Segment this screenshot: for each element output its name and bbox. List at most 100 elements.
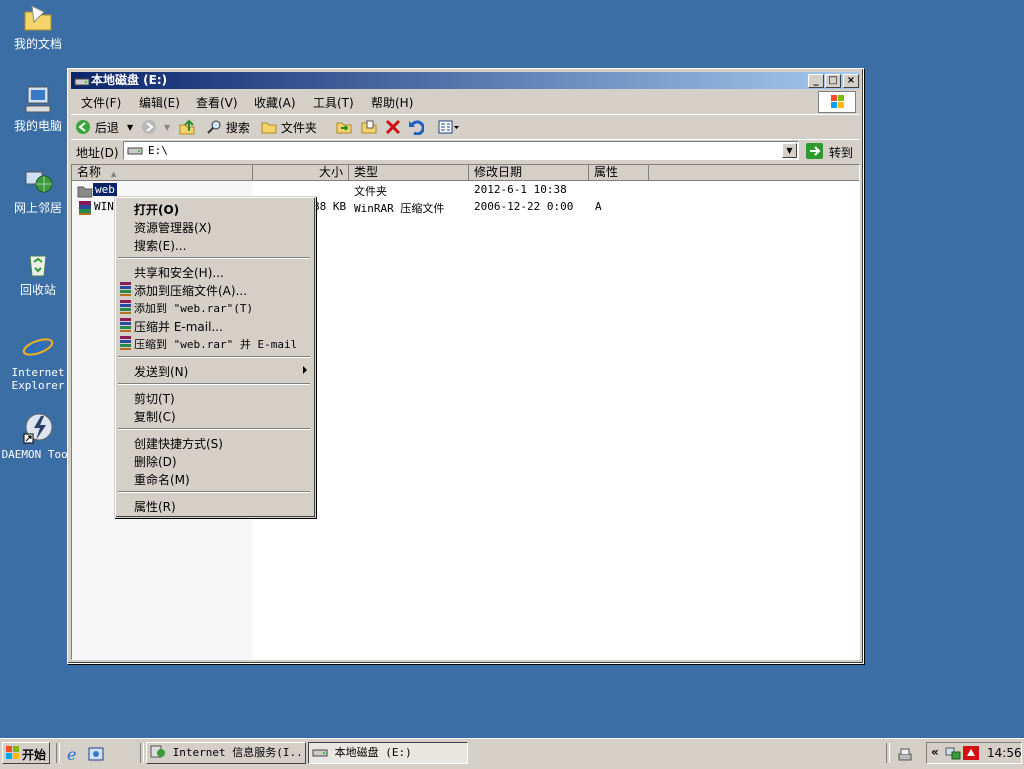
close-button[interactable]: × [843, 74, 859, 88]
desktop-icon-label: 我的电脑 [13, 119, 62, 133]
winrar-icon [120, 282, 131, 296]
desktop-icon-label: 我的文档 [13, 37, 62, 51]
desktop-icon-label: Internet [11, 366, 65, 379]
clock[interactable]: 14:56 [987, 746, 1022, 760]
quicklaunch-ie-icon[interactable]: e [65, 745, 81, 765]
winrar-icon [120, 336, 131, 350]
undo-button[interactable] [408, 119, 425, 138]
menu-favorites[interactable]: 收藏(A) [254, 94, 296, 111]
menu-tools[interactable]: 工具(T) [313, 94, 354, 111]
desktop-icon-label: 回收站 [19, 283, 56, 297]
move-to-button[interactable] [336, 119, 352, 138]
daemon-tools-icon [22, 412, 54, 444]
window-title: 本地磁盘 (E:) [91, 73, 168, 87]
address-label: 地址(D) [76, 146, 119, 160]
menu-separator [118, 356, 310, 358]
menu-item-rename[interactable]: 重命名(M) [134, 471, 190, 488]
menu-item-delete[interactable]: 删除(D) [134, 453, 177, 470]
taskbar: 开始 e Internet 信息服务(I... 本地磁盘 (E:) « 14:5… [0, 738, 1024, 769]
menu-help[interactable]: 帮助(H) [371, 94, 413, 111]
file-modified: 2006-12-22 0:00 [474, 200, 574, 213]
menu-item-search[interactable]: 搜索(E)... [134, 237, 186, 254]
folder-icon [77, 186, 93, 198]
address-input[interactable]: E:\ ▼ [123, 141, 799, 160]
views-button[interactable] [438, 119, 460, 138]
menu-item-copy[interactable]: 复制(C) [134, 408, 176, 425]
minimize-button[interactable]: _ [808, 74, 824, 88]
column-header-name[interactable]: 名称 ▲ [72, 165, 253, 181]
minimize-icon: _ [813, 75, 819, 86]
menu-separator [118, 428, 310, 430]
copy-to-icon [361, 120, 377, 134]
undo-icon [409, 120, 425, 136]
back-arrow-icon [76, 120, 90, 134]
forward-button[interactable] [141, 119, 157, 135]
desktop-icon-my-computer[interactable]: 我的电脑 [0, 84, 76, 133]
views-icon [438, 120, 459, 134]
start-button[interactable]: 开始 [2, 742, 50, 764]
network-connection-icon[interactable] [897, 746, 913, 765]
go-button[interactable]: 转到 [806, 142, 860, 160]
address-dropdown-button[interactable]: ▼ [782, 143, 797, 158]
svg-text:e: e [67, 746, 76, 762]
go-label: 转到 [829, 146, 854, 160]
menu-item-open[interactable]: 打开(O) [134, 201, 179, 218]
search-button[interactable]: 搜索 [206, 119, 250, 136]
taskbar-button-iis[interactable]: Internet 信息服务(I... [146, 742, 306, 764]
desktop-icon-daemon-tools[interactable]: DAEMON Tool [0, 412, 76, 461]
up-folder-icon [179, 119, 195, 135]
forward-dropdown-icon[interactable]: ▼ [164, 123, 170, 132]
column-header-attributes[interactable]: 属性 [589, 165, 649, 181]
folders-label: 文件夹 [280, 121, 317, 135]
menu-item-send-to[interactable]: 发送到(N) [134, 363, 188, 380]
menu-item-properties[interactable]: 属性(R) [134, 498, 176, 515]
copy-to-button[interactable] [361, 119, 377, 138]
quicklaunch-show-desktop-icon[interactable] [88, 746, 104, 765]
folder-documents-icon [22, 2, 54, 34]
desktop-icon-internet-explorer[interactable]: e Internet Explorer [0, 330, 76, 392]
desktop-icon-label: DAEMON Tool [1, 448, 75, 461]
column-header-type[interactable]: 类型 [349, 165, 469, 181]
menu-separator [118, 491, 310, 493]
menu-edit[interactable]: 编辑(E) [139, 94, 180, 111]
tray-network-icon[interactable] [945, 745, 961, 764]
iis-manager-icon [150, 745, 165, 758]
folders-button[interactable]: 文件夹 [261, 119, 317, 136]
menu-item-create-shortcut[interactable]: 创建快捷方式(S) [134, 435, 223, 452]
title-bar[interactable]: 本地磁盘 (E:) _ □ × [71, 72, 860, 89]
desktop-icon-network[interactable]: 网上邻居 [0, 166, 76, 215]
file-type: WinRAR 压缩文件 [354, 202, 445, 215]
tray-security-alert-icon[interactable] [963, 745, 979, 764]
menu-separator [118, 257, 310, 259]
winrar-icon [120, 300, 131, 314]
svg-text:e: e [27, 331, 45, 362]
menu-item-add-to-web-rar[interactable]: 添加到 "web.rar"(T) [134, 300, 253, 316]
back-dropdown-icon[interactable]: ▼ [127, 123, 133, 132]
back-label: 后退 [94, 121, 119, 135]
tray-expand-chevron-icon[interactable]: « [931, 745, 939, 759]
column-header-size[interactable]: 大小 [253, 165, 349, 181]
back-button[interactable]: 后退 [75, 119, 119, 136]
menu-item-sharing-security[interactable]: 共享和安全(H)... [134, 264, 224, 281]
menu-item-compress-to-web-rar-and-email[interactable]: 压缩到 "web.rar" 并 E-mail [134, 336, 297, 352]
windows-logo-icon [818, 91, 856, 113]
menu-file[interactable]: 文件(F) [81, 94, 121, 111]
menu-item-explore[interactable]: 资源管理器(X) [134, 219, 212, 236]
file-name: WIN [94, 200, 114, 213]
menu-item-add-to-archive[interactable]: 添加到压缩文件(A)... [134, 282, 247, 299]
menu-separator [118, 383, 310, 385]
menu-bar: 文件(F) 编辑(E) 查看(V) 收藏(A) 工具(T) 帮助(H) [71, 91, 860, 113]
maximize-button[interactable]: □ [825, 74, 841, 88]
menu-item-compress-and-email[interactable]: 压缩并 E-mail... [134, 318, 223, 335]
column-header-modified[interactable]: 修改日期 [469, 165, 589, 181]
desktop-icon-label: 网上邻居 [13, 201, 62, 215]
delete-button[interactable] [385, 119, 401, 138]
drive-icon [127, 147, 143, 155]
up-folder-button[interactable] [179, 119, 195, 138]
menu-item-cut[interactable]: 剪切(T) [134, 390, 175, 407]
chevron-down-icon: ▼ [786, 146, 793, 155]
desktop-icon-my-documents[interactable]: 我的文档 [0, 2, 76, 51]
taskbar-button-local-disk[interactable]: 本地磁盘 (E:) [308, 742, 468, 764]
desktop-icon-recycle-bin[interactable]: 回收站 [0, 248, 76, 297]
menu-view[interactable]: 查看(V) [196, 94, 238, 111]
